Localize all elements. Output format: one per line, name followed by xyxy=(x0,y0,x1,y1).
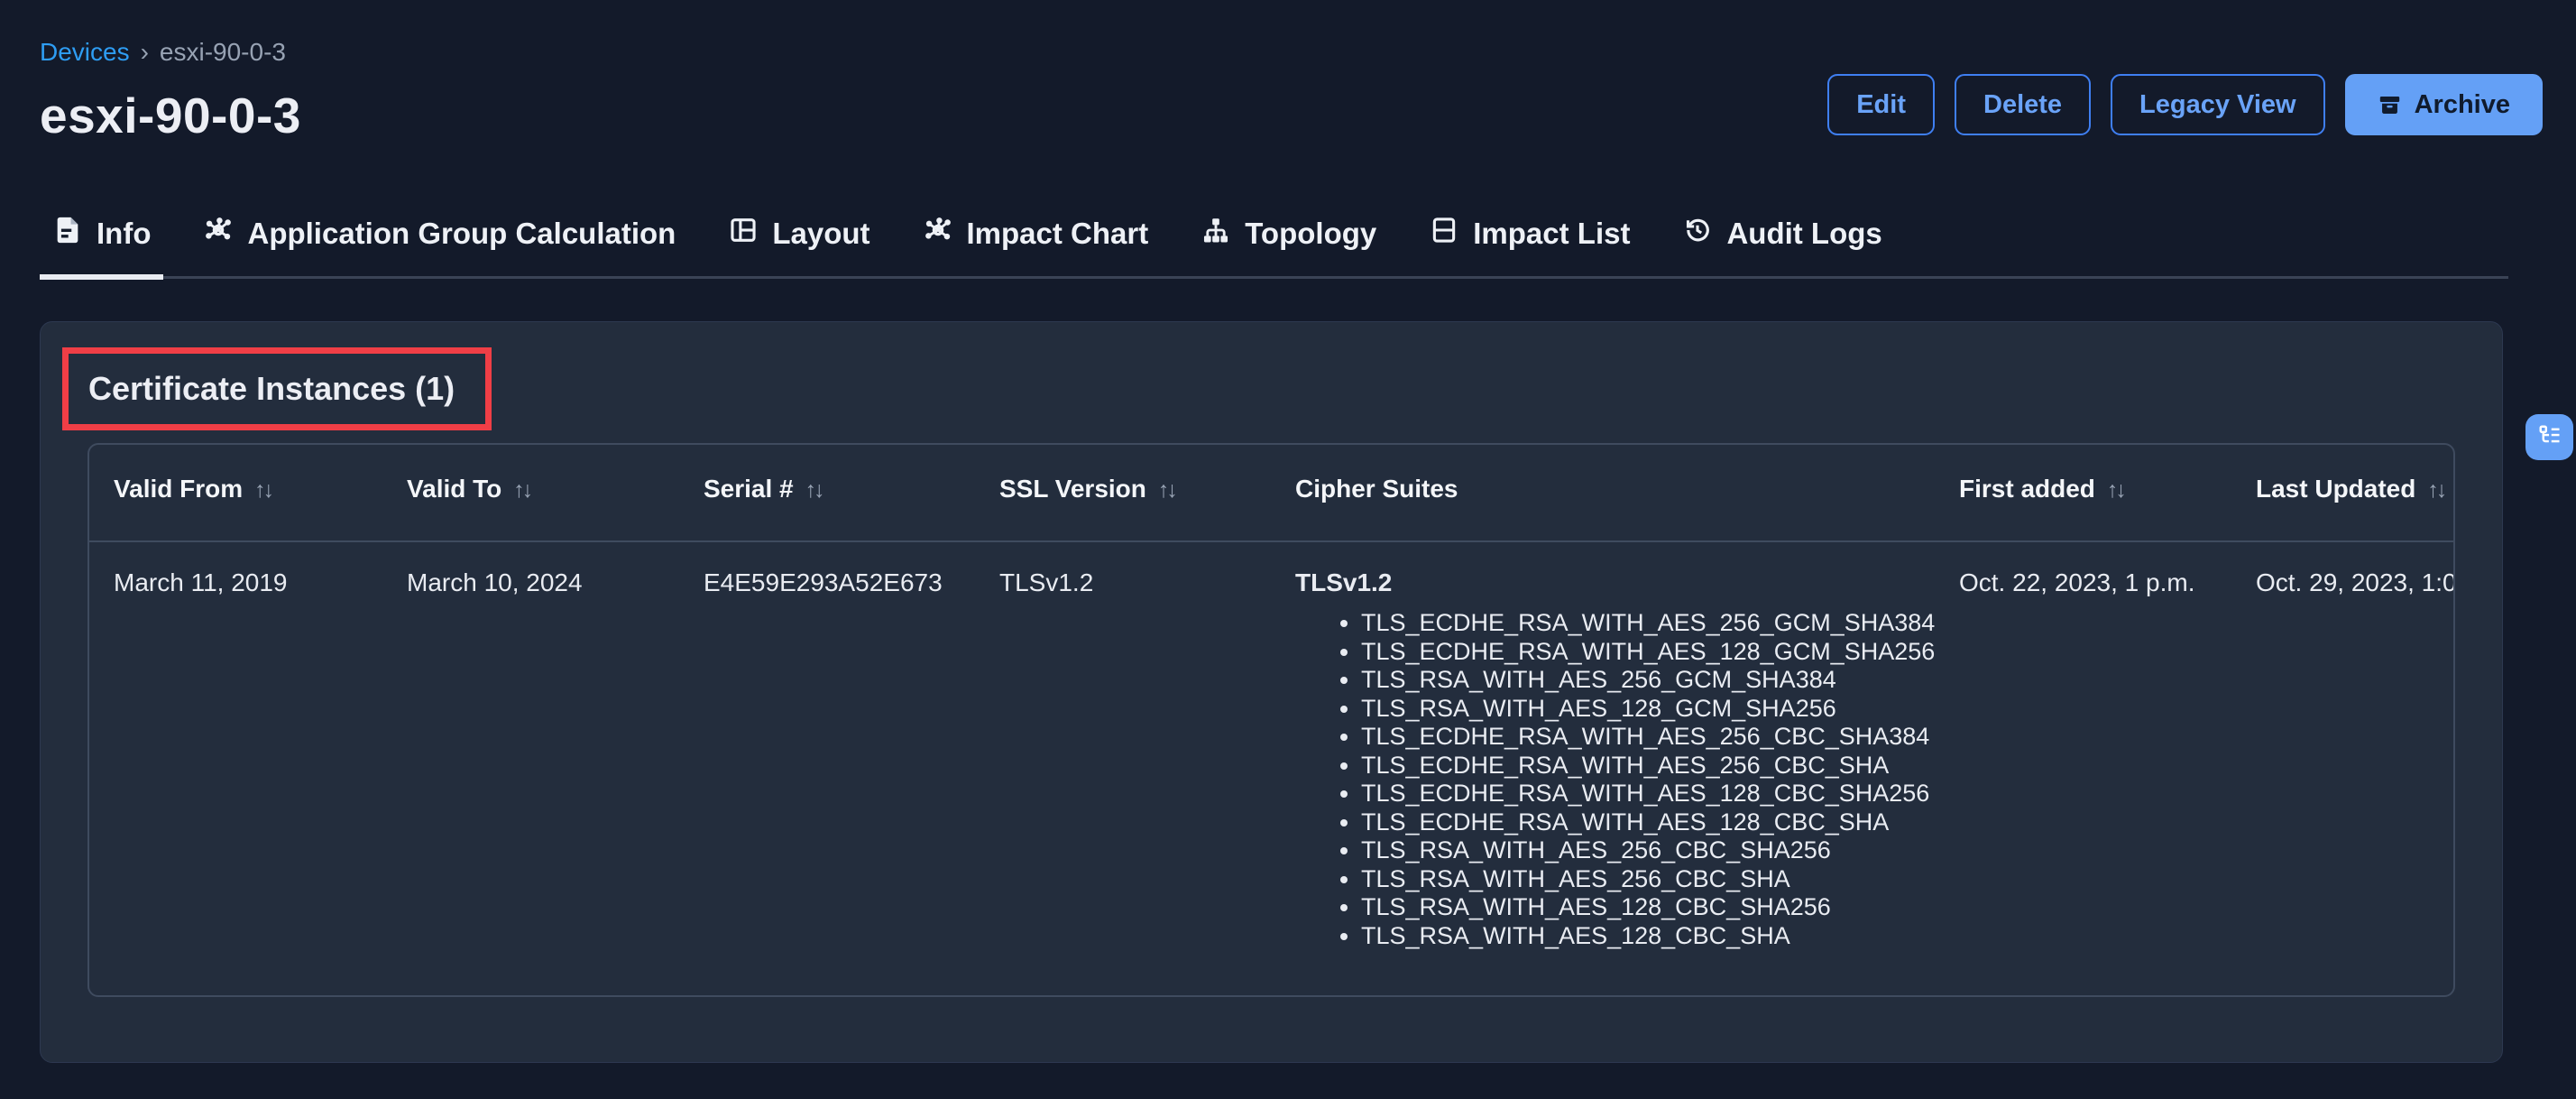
table-row: March 11, 2019 March 10, 2024 E4E59E293A… xyxy=(89,542,2453,995)
network-hub-icon xyxy=(923,215,953,253)
layout-columns-icon xyxy=(728,215,759,253)
card-title: Certificate Instances (1) xyxy=(88,369,455,409)
cell-last-updated: Oct. 29, 2023, 1:01 xyxy=(2256,542,2453,995)
tab-info-label: Info xyxy=(97,217,151,251)
cipher-suite-item: TLS_RSA_WITH_AES_256_GCM_SHA384 xyxy=(1361,666,1943,695)
cell-first-added: Oct. 22, 2023, 1 p.m. xyxy=(1959,542,2256,995)
column-header-cipher-suites: Cipher Suites xyxy=(1295,445,1959,540)
tab-impact-chart[interactable]: Impact Chart xyxy=(910,204,1162,280)
cell-ssl-version: TLSv1.2 xyxy=(999,542,1295,995)
tab-audit-logs-label: Audit Logs xyxy=(1726,217,1881,251)
sort-arrows-icon: ↑↓ xyxy=(805,475,823,505)
tab-topology-label: Topology xyxy=(1245,217,1376,251)
column-header-valid-to[interactable]: Valid To ↑↓ xyxy=(407,445,704,540)
tab-layout-label: Layout xyxy=(772,217,869,251)
cipher-suite-item: TLS_RSA_WITH_AES_256_CBC_SHA256 xyxy=(1361,836,1943,865)
tab-layout[interactable]: Layout xyxy=(715,204,882,280)
table-header-row: Valid From ↑↓ Valid To ↑↓ Serial # ↑↓ SS… xyxy=(89,445,2453,542)
sitemap-icon xyxy=(1201,215,1231,253)
cipher-suite-item: TLS_ECDHE_RSA_WITH_AES_128_CBC_SHA xyxy=(1361,808,1943,837)
red-highlight-box: Certificate Instances (1) xyxy=(62,347,492,430)
tab-bar: Info Application Group Calculation Layou… xyxy=(40,204,2508,279)
sort-arrows-icon: ↑↓ xyxy=(1158,475,1175,505)
tree-list-icon xyxy=(2537,423,2562,451)
tab-info[interactable]: Info xyxy=(40,204,163,280)
cipher-suite-item: TLS_RSA_WITH_AES_128_CBC_SHA256 xyxy=(1361,893,1943,922)
cipher-protocol-label: TLSv1.2 xyxy=(1295,568,1943,598)
cipher-suite-item: TLS_ECDHE_RSA_WITH_AES_128_CBC_SHA256 xyxy=(1361,780,1943,808)
edit-button[interactable]: Edit xyxy=(1827,74,1935,135)
cipher-suite-item: TLS_RSA_WITH_AES_128_GCM_SHA256 xyxy=(1361,695,1943,724)
archive-button-label: Archive xyxy=(2415,90,2510,120)
action-buttons: Edit Delete Legacy View Archive xyxy=(1827,74,2543,135)
column-header-valid-from[interactable]: Valid From ↑↓ xyxy=(114,445,407,540)
sort-arrows-icon: ↑↓ xyxy=(254,475,271,505)
breadcrumb-separator: › xyxy=(141,38,149,67)
tab-impact-list-label: Impact List xyxy=(1473,217,1630,251)
breadcrumb-current: esxi-90-0-3 xyxy=(160,38,286,67)
table-rows-icon xyxy=(1429,215,1459,253)
tree-list-side-button[interactable] xyxy=(2525,414,2573,460)
archive-box-icon xyxy=(2378,93,2402,117)
cipher-suite-item: TLS_RSA_WITH_AES_256_CBC_SHA xyxy=(1361,865,1943,894)
tab-topology[interactable]: Topology xyxy=(1188,204,1389,280)
delete-button[interactable]: Delete xyxy=(1955,74,2091,135)
sort-arrows-icon: ↑↓ xyxy=(2107,475,2124,505)
cell-cipher-suites: TLSv1.2 TLS_ECDHE_RSA_WITH_AES_256_GCM_S… xyxy=(1295,542,1959,995)
cipher-suite-list: TLS_ECDHE_RSA_WITH_AES_256_GCM_SHA384TLS… xyxy=(1295,609,1943,950)
legacy-view-button[interactable]: Legacy View xyxy=(2111,74,2325,135)
tab-audit-logs[interactable]: Audit Logs xyxy=(1670,204,1894,280)
cipher-suite-item: TLS_ECDHE_RSA_WITH_AES_256_CBC_SHA xyxy=(1361,752,1943,780)
breadcrumb-devices-link[interactable]: Devices xyxy=(40,38,130,67)
tab-impact-list[interactable]: Impact List xyxy=(1416,204,1642,280)
network-hub-icon xyxy=(203,215,234,253)
cell-serial: E4E59E293A52E673 xyxy=(704,542,999,995)
column-header-ssl-version[interactable]: SSL Version ↑↓ xyxy=(999,445,1295,540)
tab-application-group-calculation[interactable]: Application Group Calculation xyxy=(190,204,688,280)
column-header-first-added[interactable]: First added ↑↓ xyxy=(1959,445,2256,540)
sort-arrows-icon: ↑↓ xyxy=(2427,475,2444,505)
cell-valid-from: March 11, 2019 xyxy=(114,542,407,995)
certificate-instances-table: Valid From ↑↓ Valid To ↑↓ Serial # ↑↓ SS… xyxy=(87,443,2455,997)
column-header-last-updated[interactable]: Last Updated ↑↓ xyxy=(2256,445,2453,540)
cipher-suite-item: TLS_ECDHE_RSA_WITH_AES_256_GCM_SHA384 xyxy=(1361,609,1943,638)
sort-arrows-icon: ↑↓ xyxy=(513,475,530,505)
history-clock-icon xyxy=(1682,215,1713,253)
archive-button[interactable]: Archive xyxy=(2345,74,2543,135)
tab-impact-chart-label: Impact Chart xyxy=(967,217,1149,251)
file-lines-icon xyxy=(52,215,83,253)
page-title: esxi-90-0-3 xyxy=(40,87,301,144)
cipher-suite-item: TLS_ECDHE_RSA_WITH_AES_128_GCM_SHA256 xyxy=(1361,638,1943,667)
cell-valid-to: March 10, 2024 xyxy=(407,542,704,995)
certificate-instances-card: Certificate Instances (1) Valid From ↑↓ … xyxy=(40,321,2503,1063)
cipher-suite-item: TLS_RSA_WITH_AES_128_CBC_SHA xyxy=(1361,922,1943,951)
breadcrumb: Devices › esxi-90-0-3 xyxy=(40,38,286,67)
column-header-serial[interactable]: Serial # ↑↓ xyxy=(704,445,999,540)
cipher-suite-item: TLS_ECDHE_RSA_WITH_AES_256_CBC_SHA384 xyxy=(1361,723,1943,752)
tab-application-group-calculation-label: Application Group Calculation xyxy=(247,217,676,251)
